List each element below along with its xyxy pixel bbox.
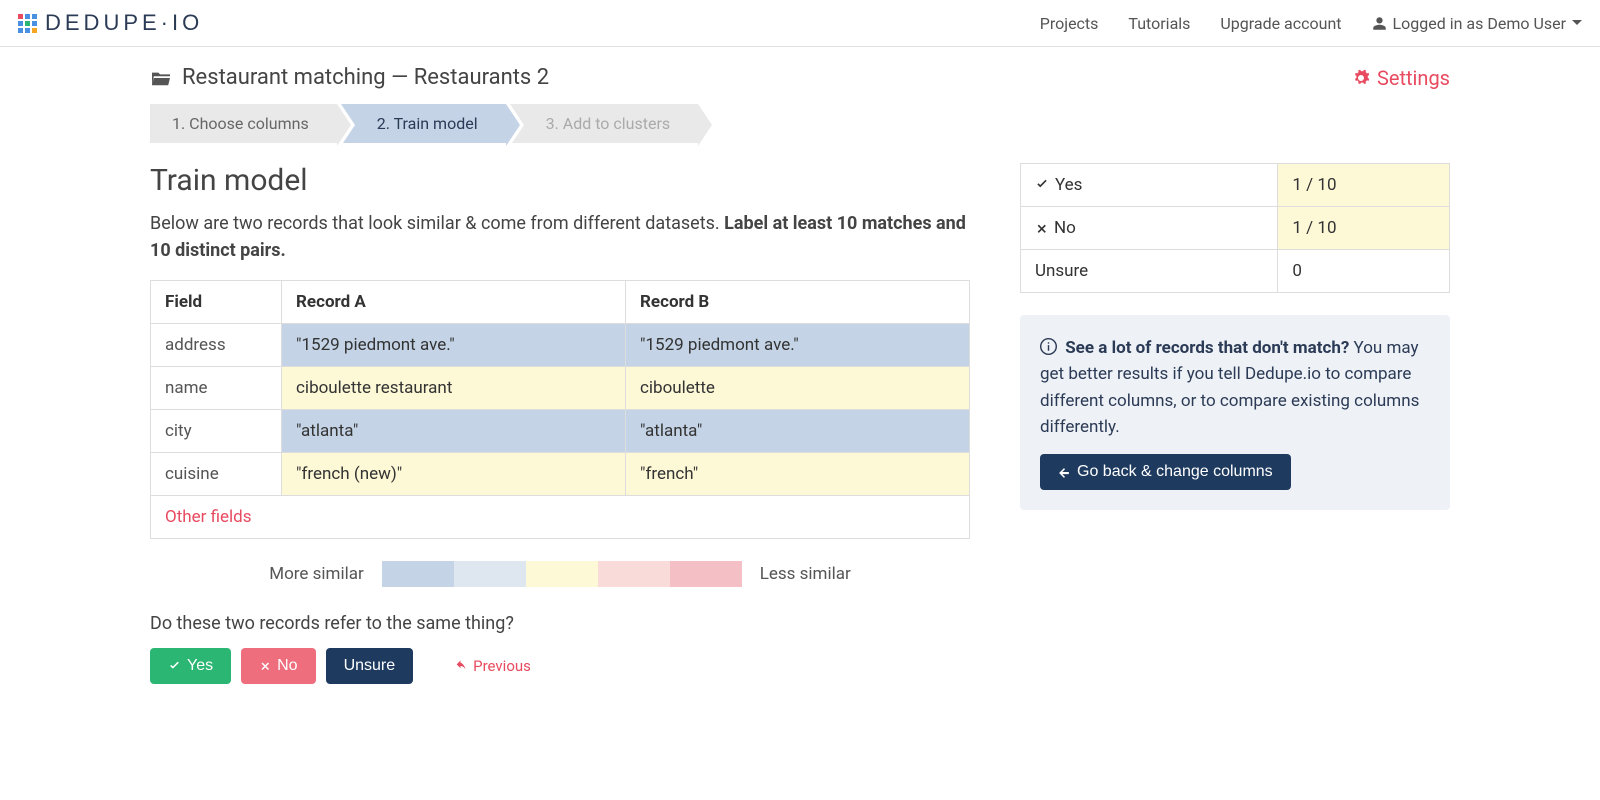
step-train-model[interactable]: 2. Train model [341, 104, 506, 143]
cell-b: "french" [626, 453, 970, 496]
comparison-table: Field Record A Record B address "1529 pi… [150, 280, 970, 539]
cell-a: ciboulette restaurant [282, 367, 626, 410]
go-back-button[interactable]: Go back & change columns [1040, 454, 1291, 490]
table-row: cuisine "french (new)" "french" [151, 453, 970, 496]
nav-upgrade[interactable]: Upgrade account [1220, 14, 1341, 33]
wizard-steps: 1. Choose columns 2. Train model 3. Add … [150, 104, 1450, 143]
cell-a: "1529 piedmont ave." [282, 324, 626, 367]
unsure-button[interactable]: Unsure [326, 648, 414, 684]
tally-unsure-count: 0 [1278, 250, 1450, 293]
cell-b: "atlanta" [626, 410, 970, 453]
previous-link[interactable]: Previous [453, 657, 531, 675]
tally-table: Yes 1 / 10 No 1 / 10 Unsure 0 [1020, 163, 1450, 293]
gears-icon [1351, 69, 1371, 87]
user-icon [1372, 16, 1387, 31]
tally-yes-count: 1 / 10 [1278, 164, 1450, 207]
legend-swatch [598, 561, 670, 587]
cell-a: "french (new)" [282, 453, 626, 496]
settings-link[interactable]: Settings [1351, 66, 1450, 90]
brand-logo[interactable]: DEDUPE·IO [18, 10, 203, 36]
breadcrumb-sep: — [386, 65, 414, 90]
x-icon [259, 660, 271, 672]
legend-more: More similar [269, 564, 363, 584]
legend-less: Less similar [760, 564, 851, 584]
cell-field: address [151, 324, 282, 367]
instructions: Below are two records that look similar … [150, 210, 970, 264]
breadcrumb: Restaurant matching — Restaurants 2 [150, 65, 549, 90]
unsure-button-label: Unsure [344, 657, 396, 675]
tally-yes-label: Yes [1055, 175, 1082, 195]
legend-swatch [382, 561, 454, 587]
hint-box: See a lot of records that don't match? Y… [1020, 315, 1450, 510]
legend-swatch [670, 561, 742, 587]
table-row: city "atlanta" "atlanta" [151, 410, 970, 453]
table-row: name ciboulette restaurant ciboulette [151, 367, 970, 410]
step-add-to-clusters: 3. Add to clusters [510, 104, 699, 143]
cell-b: ciboulette [626, 367, 970, 410]
yes-button[interactable]: Yes [150, 648, 231, 684]
no-button-label: No [277, 657, 297, 675]
tally-no-count: 1 / 10 [1278, 207, 1450, 250]
arrow-left-icon [1058, 466, 1071, 479]
legend-scale [382, 561, 742, 587]
check-icon [1035, 178, 1049, 192]
info-icon [1040, 338, 1057, 355]
th-record-b: Record B [626, 281, 970, 324]
breadcrumb-dataset[interactable]: Restaurants 2 [414, 65, 549, 90]
cell-field: name [151, 367, 282, 410]
page-title: Train model [150, 163, 970, 198]
tally-row-yes: Yes 1 / 10 [1021, 164, 1450, 207]
nav-user-menu[interactable]: Logged in as Demo User [1372, 14, 1582, 33]
legend-swatch [526, 561, 598, 587]
table-row: address "1529 piedmont ave." "1529 piedm… [151, 324, 970, 367]
cell-a: "atlanta" [282, 410, 626, 453]
th-field: Field [151, 281, 282, 324]
no-button[interactable]: No [241, 648, 315, 684]
other-fields-row[interactable]: Other fields [151, 496, 970, 539]
previous-label: Previous [473, 657, 531, 675]
nav-tutorials[interactable]: Tutorials [1128, 14, 1190, 33]
th-record-a: Record A [282, 281, 626, 324]
settings-label: Settings [1377, 66, 1450, 90]
tally-no-label: No [1054, 218, 1076, 238]
step-choose-columns[interactable]: 1. Choose columns [150, 104, 337, 143]
tally-row-no: No 1 / 10 [1021, 207, 1450, 250]
undo-icon [453, 660, 468, 673]
tally-row-unsure: Unsure 0 [1021, 250, 1450, 293]
cell-field: cuisine [151, 453, 282, 496]
other-fields-label[interactable]: Other fields [151, 496, 970, 539]
nav-user-label: Logged in as Demo User [1393, 14, 1566, 33]
x-icon [1035, 222, 1048, 235]
nav-links: Projects Tutorials Upgrade account Logge… [1040, 14, 1582, 33]
cell-b: "1529 piedmont ave." [626, 324, 970, 367]
brand-text: DEDUPE·IO [45, 10, 203, 36]
check-icon [168, 660, 181, 673]
tally-unsure-label: Unsure [1021, 250, 1278, 293]
similarity-legend: More similar Less similar [150, 561, 970, 587]
breadcrumb-project[interactable]: Restaurant matching [182, 65, 386, 90]
instructions-pre: Below are two records that look similar … [150, 213, 724, 234]
navbar: DEDUPE·IO Projects Tutorials Upgrade acc… [0, 0, 1600, 47]
hint-bold: See a lot of records that don't match? [1065, 338, 1349, 358]
brand-dots-icon [18, 14, 37, 33]
cell-field: city [151, 410, 282, 453]
caret-down-icon [1572, 18, 1582, 28]
nav-projects[interactable]: Projects [1040, 14, 1099, 33]
folder-open-icon [150, 69, 172, 87]
question-text: Do these two records refer to the same t… [150, 613, 970, 634]
go-back-label: Go back & change columns [1077, 463, 1273, 481]
yes-button-label: Yes [187, 657, 213, 675]
legend-swatch [454, 561, 526, 587]
